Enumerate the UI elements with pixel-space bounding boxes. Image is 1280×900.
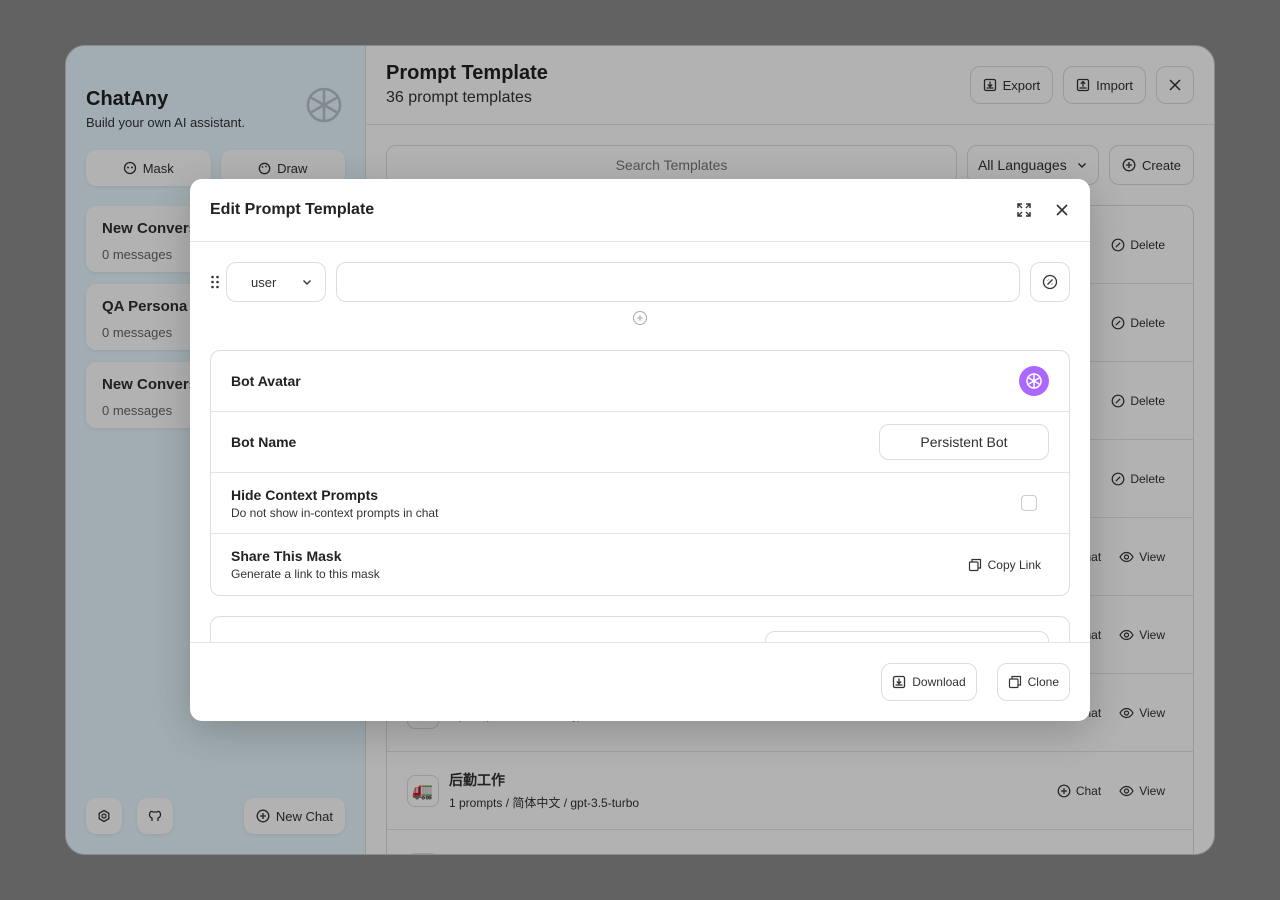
role-select[interactable]: user [226, 262, 326, 302]
context-prompt-row: user [210, 262, 1070, 302]
openai-logo-icon [1023, 370, 1045, 392]
model-select[interactable] [765, 631, 1049, 642]
hide-context-row: Hide Context Prompts Do not show in-cont… [211, 473, 1069, 534]
copy-link-label: Copy Link [987, 557, 1041, 572]
delete-circle-icon [1042, 274, 1058, 290]
close-icon[interactable] [1054, 202, 1070, 218]
share-mask-description: Generate a link to this mask [231, 567, 380, 581]
share-mask-label: Share This Mask [231, 548, 342, 564]
mask-config-card: Bot Avatar Bot Name Persistent Bot Hide … [210, 350, 1070, 596]
copy-icon [1008, 675, 1022, 689]
role-select-value: user [251, 274, 277, 290]
bot-avatar-row: Bot Avatar [211, 351, 1069, 412]
bot-name-input[interactable]: Persistent Bot [879, 424, 1049, 460]
chevron-down-icon [301, 276, 313, 288]
edit-template-modal: Edit Prompt Template user Bot Avatar Bot… [190, 179, 1090, 721]
bot-name-label: Bot Name [231, 434, 297, 450]
share-mask-row: Share This Mask Generate a link to this … [211, 534, 1069, 595]
hide-context-checkbox[interactable] [1021, 495, 1037, 511]
copy-link-button[interactable]: Copy Link [968, 558, 1041, 572]
bot-name-row: Bot Name Persistent Bot [211, 412, 1069, 473]
bot-avatar-label: Bot Avatar [231, 373, 301, 389]
copy-icon [968, 558, 982, 572]
maximize-icon[interactable] [1016, 202, 1032, 218]
clone-button[interactable]: Clone [996, 663, 1070, 701]
prompt-content-input[interactable] [336, 262, 1020, 302]
delete-prompt-button[interactable] [1030, 262, 1070, 302]
download-label: Download [912, 675, 966, 689]
clone-label: Clone [1027, 675, 1059, 689]
hide-context-label: Hide Context Prompts [231, 486, 379, 503]
hide-context-description: Do not show in-context prompts in chat [231, 505, 439, 520]
bot-avatar-button[interactable] [1019, 366, 1049, 396]
add-prompt-icon[interactable] [632, 310, 648, 326]
drag-handle-icon[interactable] [210, 274, 226, 290]
model-config-card [210, 616, 1070, 642]
download-button[interactable]: Download [881, 663, 977, 701]
download-icon [892, 675, 906, 689]
modal-title: Edit Prompt Template [210, 201, 375, 218]
